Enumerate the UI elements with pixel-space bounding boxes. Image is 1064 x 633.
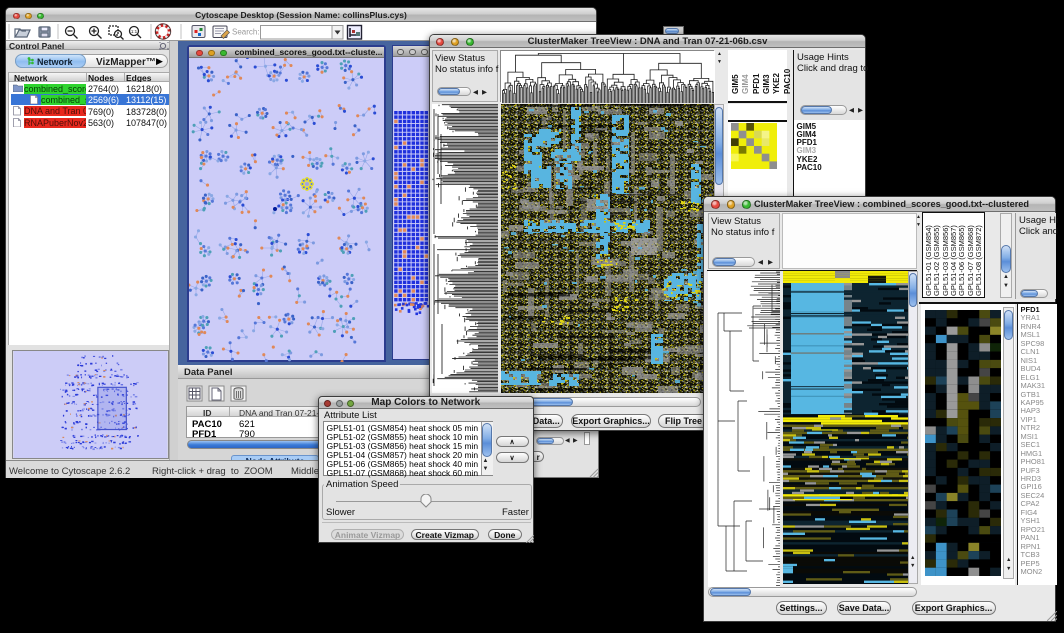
svg-text:1:1: 1:1 bbox=[131, 29, 138, 34]
svg-text:Search:: Search: bbox=[232, 28, 260, 37]
